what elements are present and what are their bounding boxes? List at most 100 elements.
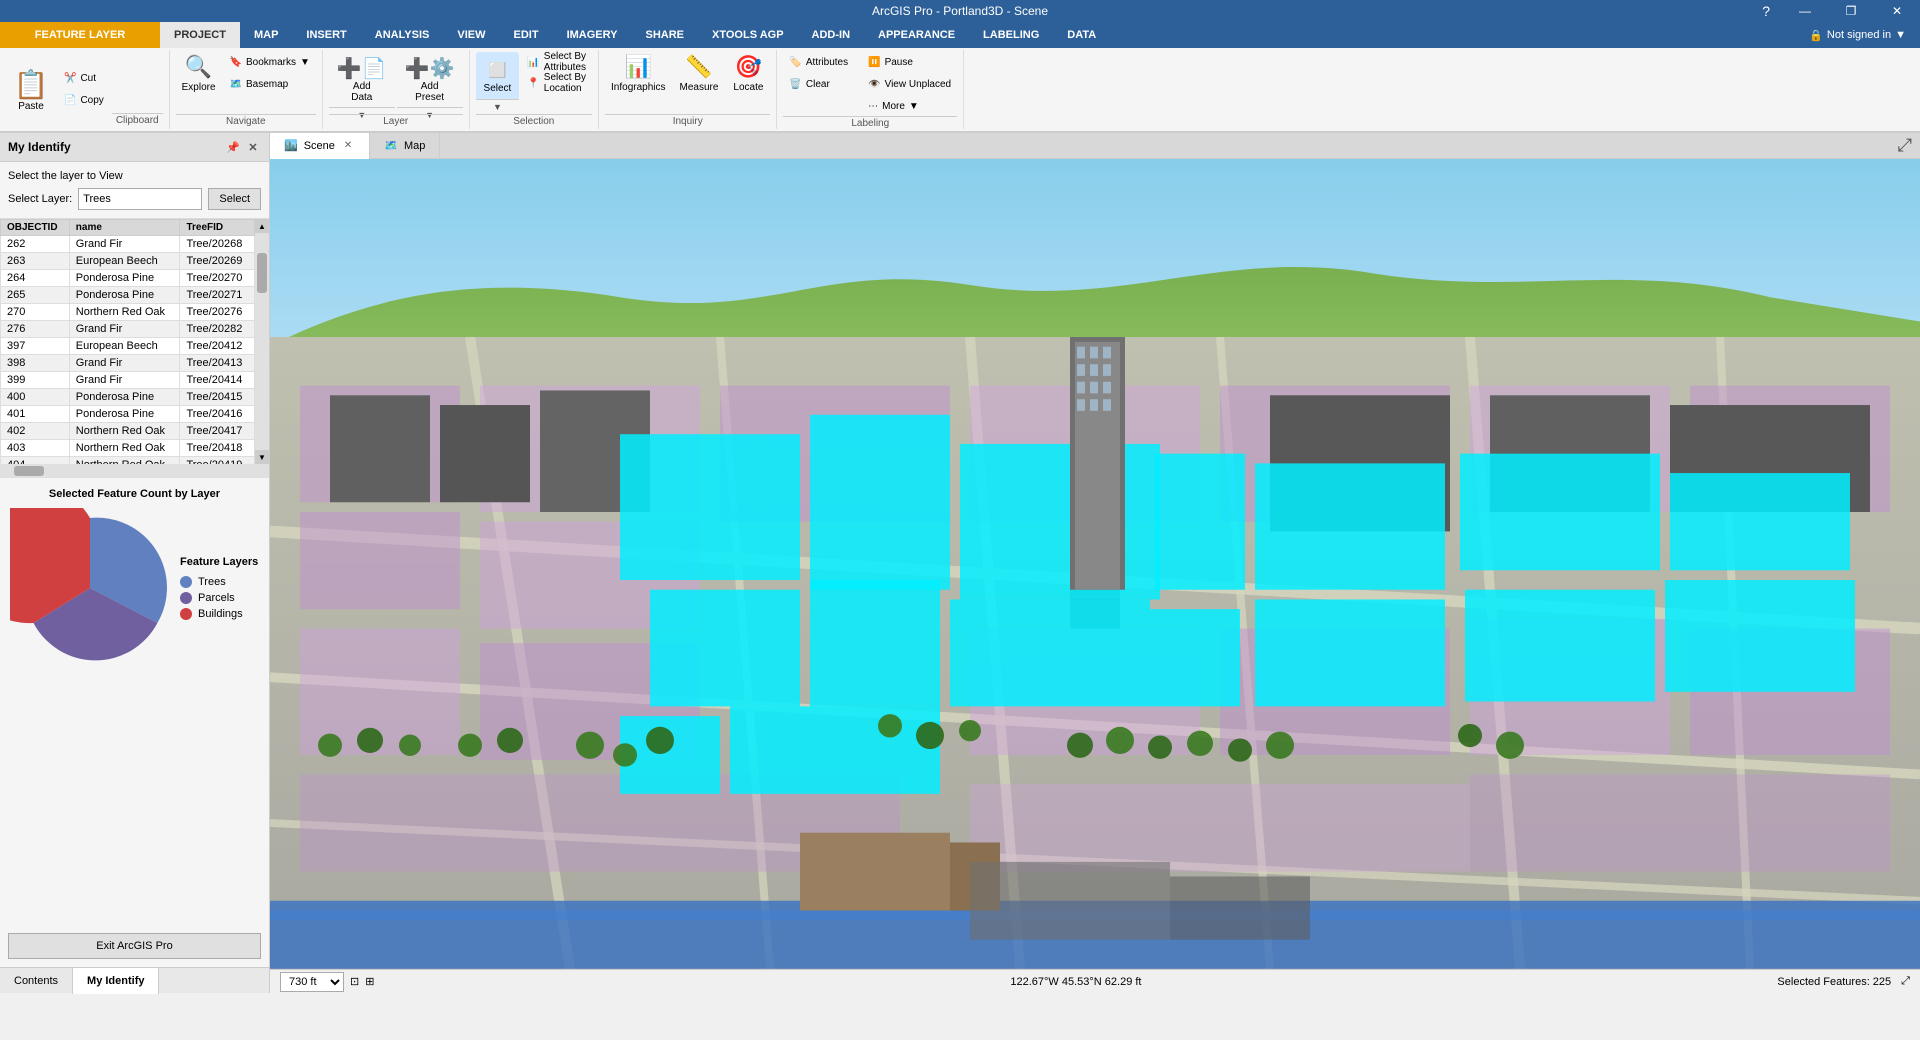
- selection-group: ◻️ Select ▼ 📊Select ByAttributes 📍Select…: [470, 50, 600, 129]
- table-row[interactable]: 262 Grand Fir Tree/20268: [1, 236, 255, 253]
- cell-name: Grand Fir: [69, 321, 180, 338]
- minimize-btn[interactable]: —: [1782, 0, 1828, 22]
- basemap-btn[interactable]: 🗺️Basemap: [224, 74, 316, 94]
- tab-insert[interactable]: INSERT: [292, 22, 360, 48]
- expand-icon[interactable]: ⤢: [1901, 975, 1910, 988]
- chart-container: Feature Layers Trees Parcels Buildings: [10, 508, 259, 668]
- select-by-location-btn[interactable]: 📍Select ByLocation: [521, 73, 592, 93]
- table-row[interactable]: 276 Grand Fir Tree/20282: [1, 321, 255, 338]
- copy-btn[interactable]: 📄Copy: [58, 91, 110, 111]
- table-row[interactable]: 398 Grand Fir Tree/20413: [1, 355, 255, 372]
- select-by-attributes-btn[interactable]: 📊Select ByAttributes: [521, 52, 592, 72]
- select-btn[interactable]: ◻️ Select ▼: [476, 52, 520, 114]
- tab-map[interactable]: MAP: [240, 22, 292, 48]
- add-preset-btn[interactable]: ➕⚙️ AddPreset ▼: [397, 52, 463, 114]
- cell-name: Northern Red Oak: [69, 457, 180, 465]
- selection-label: Selection: [476, 114, 593, 128]
- panel-close-btn[interactable]: ✕: [245, 139, 261, 155]
- explore-btn[interactable]: 🔍 Explore: [176, 52, 222, 114]
- cell-objectid: 403: [1, 440, 70, 457]
- col-name[interactable]: name: [69, 220, 180, 236]
- cell-name: Northern Red Oak: [69, 304, 180, 321]
- tab-my-identify[interactable]: My Identify: [73, 968, 159, 994]
- table-scrollbar[interactable]: ▲ ▼: [255, 219, 269, 464]
- tab-analysis[interactable]: ANALYSIS: [361, 22, 444, 48]
- panel-pin-btn[interactable]: 📌: [225, 139, 241, 155]
- infographics-btn[interactable]: 📊 Infographics: [605, 52, 671, 114]
- table-row[interactable]: 402 Northern Red Oak Tree/20417: [1, 423, 255, 440]
- not-signed-in[interactable]: 🔒 Not signed in ▼: [1795, 22, 1920, 48]
- add-data-btn[interactable]: ➕📄 AddData ▼: [329, 52, 395, 114]
- table-row[interactable]: 265 Ponderosa Pine Tree/20271: [1, 287, 255, 304]
- cell-treefid: Tree/20269: [180, 253, 255, 270]
- tab-labeling[interactable]: LABELING: [969, 22, 1053, 48]
- exit-btn[interactable]: Exit ArcGIS Pro: [8, 933, 261, 959]
- labeling-group: 🏷️Attributes 🗑️Clear ⏸️Pause 👁️View Unpl…: [777, 50, 964, 129]
- chart-title: Selected Feature Count by Layer: [10, 488, 259, 500]
- map-label: Map: [404, 140, 425, 152]
- cell-name: Grand Fir: [69, 372, 180, 389]
- tab-share[interactable]: SHARE: [632, 22, 699, 48]
- table-row[interactable]: 403 Northern Red Oak Tree/20418: [1, 440, 255, 457]
- table-row[interactable]: 401 Ponderosa Pine Tree/20416: [1, 406, 255, 423]
- tab-imagery[interactable]: IMAGERY: [553, 22, 632, 48]
- tab-view[interactable]: VIEW: [443, 22, 499, 48]
- tab-project[interactable]: PROJECT: [160, 22, 240, 48]
- map-scene[interactable]: [270, 159, 1920, 969]
- table-row[interactable]: 400 Ponderosa Pine Tree/20415: [1, 389, 255, 406]
- cell-treefid: Tree/20270: [180, 270, 255, 287]
- cell-treefid: Tree/20271: [180, 287, 255, 304]
- left-panel: My Identify 📌 ✕ Select the layer to View…: [0, 133, 270, 993]
- cut-btn[interactable]: ✂️Cut: [58, 69, 110, 89]
- ribbon-content: 📋 Paste ✂️Cut 📄Copy Clipboard 🔍 Explore: [0, 48, 1920, 132]
- bookmarks-btn[interactable]: 🔖Bookmarks▼: [224, 52, 316, 72]
- cell-objectid: 400: [1, 389, 70, 406]
- tab-edit[interactable]: EDIT: [500, 22, 553, 48]
- table-row[interactable]: 404 Northern Red Oak Tree/20419: [1, 457, 255, 465]
- tab-contents[interactable]: Contents: [0, 968, 73, 994]
- tab-addin[interactable]: ADD-IN: [798, 22, 865, 48]
- col-objectid[interactable]: OBJECTID: [1, 220, 70, 236]
- more-btn[interactable]: ⋯More▼: [862, 96, 957, 116]
- cell-name: European Beech: [69, 338, 180, 355]
- city-ground: [270, 337, 1920, 969]
- tab-xtools[interactable]: XTOOLS AGP: [698, 22, 798, 48]
- expand-btn[interactable]: ⤢: [1890, 135, 1920, 156]
- cell-objectid: 397: [1, 338, 70, 355]
- close-btn[interactable]: ✕: [1874, 0, 1920, 22]
- attributes-btn[interactable]: 🏷️Attributes: [783, 52, 854, 72]
- select-layer-row: Select Layer: Trees Parcels Buildings Se…: [8, 188, 261, 210]
- cell-objectid: 401: [1, 406, 70, 423]
- table-row[interactable]: 399 Grand Fir Tree/20414: [1, 372, 255, 389]
- select-button[interactable]: Select: [208, 188, 261, 210]
- tab-appearance[interactable]: APPEARANCE: [864, 22, 969, 48]
- pause-btn[interactable]: ⏸️Pause: [862, 52, 957, 72]
- locate-btn[interactable]: 🎯 Locate: [726, 52, 770, 114]
- table-row[interactable]: 270 Northern Red Oak Tree/20276: [1, 304, 255, 321]
- measure-btn[interactable]: 📏 Measure: [674, 52, 725, 114]
- layer-dropdown[interactable]: Trees Parcels Buildings: [78, 188, 202, 210]
- map-tab-map[interactable]: 🗺️ Map: [370, 133, 440, 159]
- tab-data[interactable]: DATA: [1053, 22, 1110, 48]
- selected-features: Selected Features: 225: [1777, 976, 1891, 988]
- cell-treefid: Tree/20414: [180, 372, 255, 389]
- paste-btn[interactable]: 📋 Paste: [6, 59, 56, 121]
- horizontal-scrollbar[interactable]: [0, 464, 269, 478]
- cell-objectid: 404: [1, 457, 70, 465]
- clear-btn[interactable]: 🗑️Clear: [783, 74, 854, 94]
- cell-treefid: Tree/20282: [180, 321, 255, 338]
- help-icon[interactable]: ?: [1752, 0, 1780, 22]
- close-scene-btn[interactable]: ✕: [341, 139, 355, 152]
- restore-btn[interactable]: ❐: [1828, 0, 1874, 22]
- scale-select[interactable]: 730 ft 1000 ft 1 mi: [280, 972, 344, 992]
- table-scroll[interactable]: OBJECTID name TreeFID 262 Grand Fir Tree…: [0, 219, 255, 464]
- map-tab-scene[interactable]: 🏙️ Scene ✕: [270, 133, 370, 159]
- table-row[interactable]: 264 Ponderosa Pine Tree/20270: [1, 270, 255, 287]
- col-treefid[interactable]: TreeFID: [180, 220, 255, 236]
- feature-layer-bar: FEATURE LAYER: [0, 22, 160, 48]
- table-row[interactable]: 397 European Beech Tree/20412: [1, 338, 255, 355]
- status-left: 730 ft 1000 ft 1 mi ⊡ ⊞: [280, 972, 374, 992]
- scrollbar-thumb[interactable]: [257, 253, 267, 293]
- view-unplaced-btn[interactable]: 👁️View Unplaced: [862, 74, 957, 94]
- table-row[interactable]: 263 European Beech Tree/20269: [1, 253, 255, 270]
